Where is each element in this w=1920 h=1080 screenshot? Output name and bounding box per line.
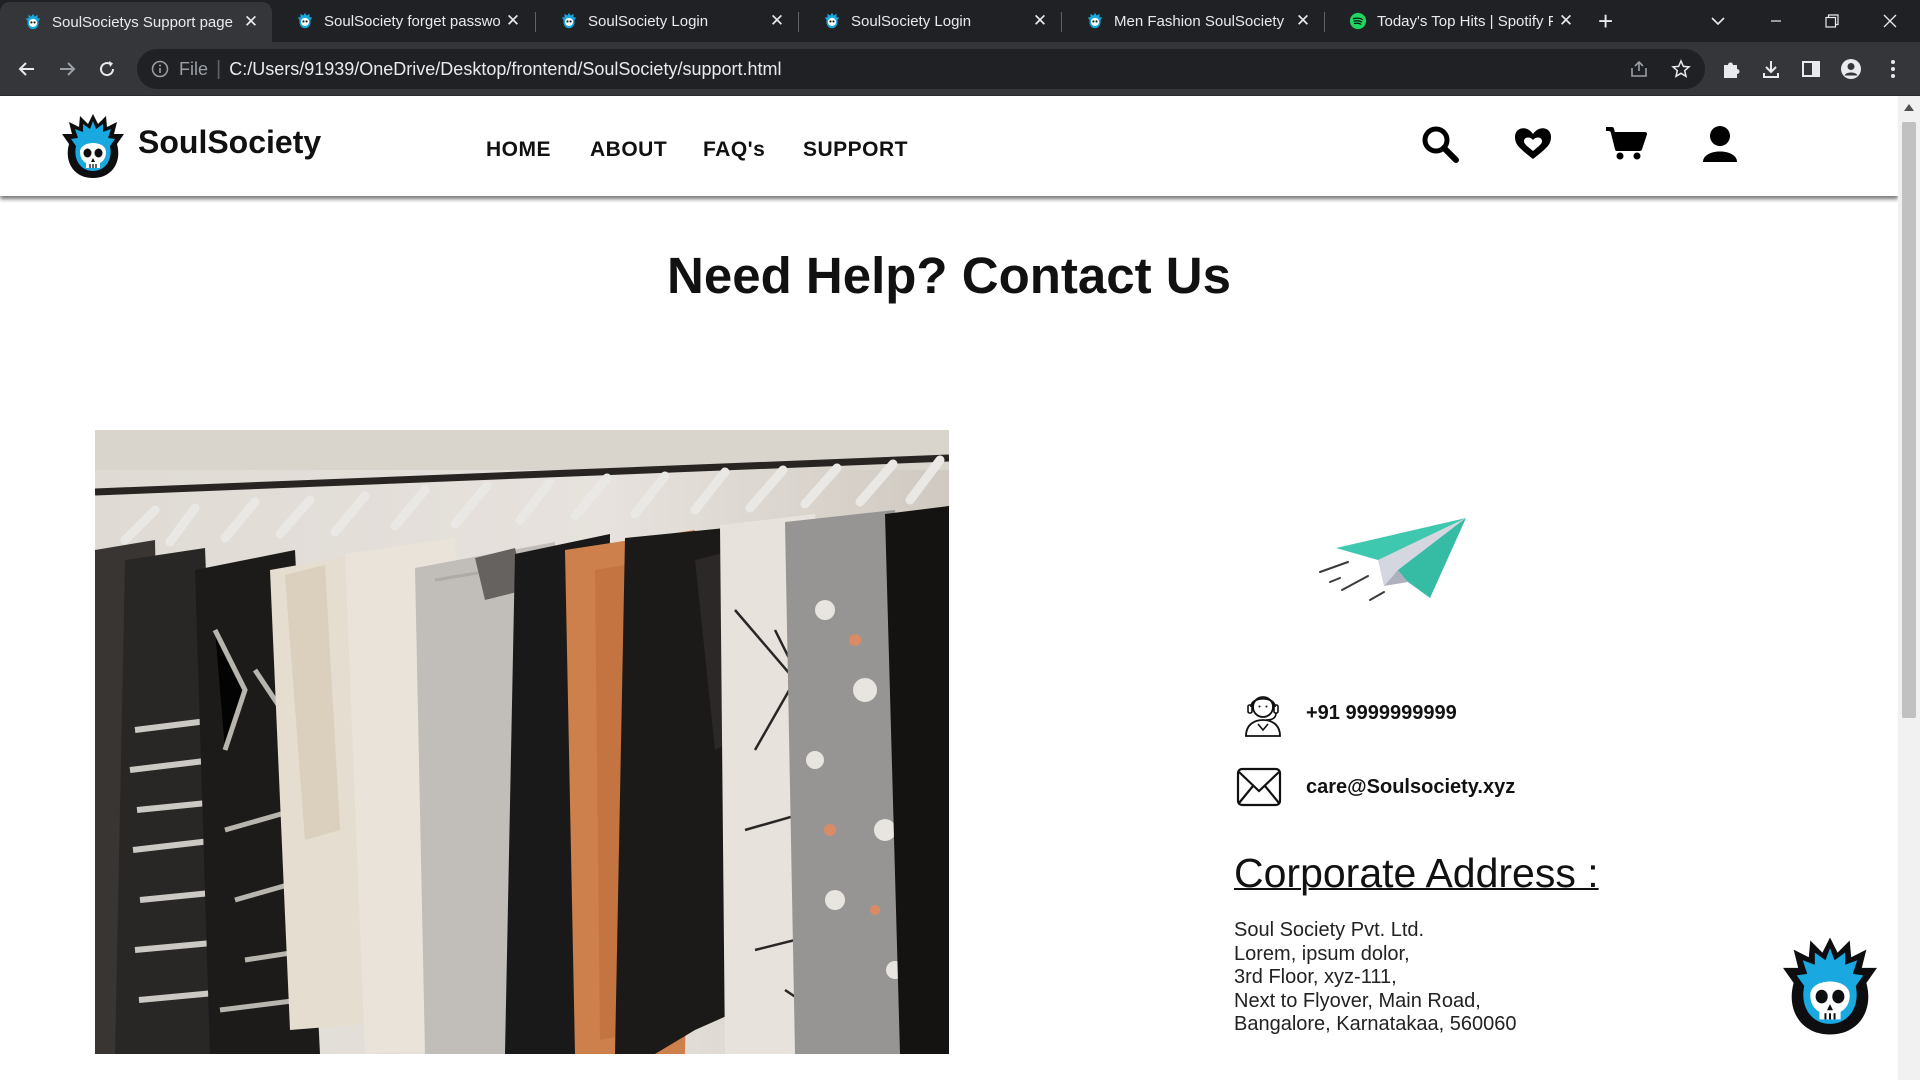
tab-login[interactable]: SoulSociety Login ✕ <box>536 0 798 42</box>
address-line: Lorem, ipsum dolor, <box>1234 942 1410 965</box>
phone-contact: +91 9999999999 <box>1238 688 1457 738</box>
brand-name[interactable]: SoulSociety <box>138 124 321 161</box>
reload-icon <box>100 61 115 77</box>
nav-about-link[interactable]: ABOUT <box>590 138 667 162</box>
restore-icon <box>1825 14 1839 28</box>
corporate-address: Soul Society Pvt. Ltd. Lorem, ipsum dolo… <box>1234 919 1516 1037</box>
scheme-label: File <box>179 58 209 79</box>
paper-plane-icon <box>1319 518 1466 601</box>
minimize-icon <box>1771 20 1781 22</box>
user-icon <box>1703 126 1737 162</box>
side-panel-icon <box>1802 61 1820 77</box>
url-text[interactable]: C:/Users/91939/OneDrive/Desktop/frontend… <box>229 59 781 80</box>
nav-faqs-link[interactable]: FAQ's <box>703 138 765 162</box>
email-address[interactable]: care@Soulsociety.xyz <box>1306 776 1515 799</box>
soulsociety-favicon-icon <box>25 13 41 30</box>
puzzle-icon <box>1724 62 1740 78</box>
tab-men-fashion[interactable]: Men Fashion SoulSociety ✕ <box>1062 0 1324 42</box>
close-tab-icon[interactable]: ✕ <box>238 12 264 32</box>
soulsociety-favicon-icon <box>824 12 840 29</box>
envelope-icon <box>1236 767 1282 807</box>
reload-button[interactable] <box>92 54 122 84</box>
soulsociety-favicon-icon <box>561 12 577 29</box>
extensions-button[interactable] <box>1718 56 1744 82</box>
floating-soulsociety-logo-button[interactable] <box>1780 934 1880 1038</box>
chevron-down-icon <box>1711 17 1725 26</box>
restore-window-button[interactable] <box>1804 0 1860 42</box>
address-bar[interactable]: File | C:/Users/91939/OneDrive/Desktop/f… <box>137 49 1705 89</box>
arrow-left-icon <box>18 62 34 76</box>
tab-forget-password[interactable]: SoulSociety forget password ✕ <box>272 0 534 42</box>
minimize-window-button[interactable] <box>1748 0 1804 42</box>
close-tab-icon[interactable]: ✕ <box>1290 11 1316 31</box>
browser-toolbar: File | C:/Users/91939/OneDrive/Desktop/f… <box>0 42 1920 96</box>
email-contact: care@Soulsociety.xyz <box>1234 762 1515 812</box>
soulsociety-favicon-icon <box>1087 12 1103 29</box>
profile-button[interactable] <box>1838 56 1864 82</box>
nav-home-link[interactable]: HOME <box>486 138 551 162</box>
search-button[interactable] <box>1418 122 1462 166</box>
close-icon <box>1883 14 1897 28</box>
customer-support-agent-icon <box>1245 696 1281 737</box>
page-scrollbar[interactable] <box>1898 96 1920 1080</box>
tab-search-button[interactable] <box>1690 0 1746 42</box>
close-tab-icon[interactable]: ✕ <box>500 11 526 31</box>
close-window-button[interactable] <box>1862 0 1918 42</box>
address-divider: | <box>216 57 222 80</box>
downloads-button[interactable] <box>1758 56 1784 82</box>
bookmark-star-icon[interactable] <box>1671 59 1691 79</box>
cart-button[interactable] <box>1604 122 1648 166</box>
tab-support-page[interactable]: SoulSocietys Support page ✕ <box>0 2 272 42</box>
tab-login[interactable]: SoulSociety Login ✕ <box>799 0 1061 42</box>
account-button[interactable] <box>1698 122 1742 166</box>
scrollbar-thumb[interactable] <box>1902 122 1916 718</box>
tab-title: SoulSocietys Support page <box>52 13 233 31</box>
web-page: SoulSociety HOME ABOUT FAQ's SUPPORT Nee… <box>0 96 1898 1080</box>
back-button[interactable] <box>12 54 42 84</box>
forward-button[interactable] <box>52 54 82 84</box>
share-icon[interactable] <box>1629 59 1649 79</box>
close-tab-icon[interactable]: ✕ <box>1553 11 1579 31</box>
close-tab-icon[interactable]: ✕ <box>1027 11 1053 31</box>
tab-title: SoulSociety Login <box>851 12 972 30</box>
page-title: Need Help? Contact Us <box>667 247 1231 304</box>
spotify-favicon-icon <box>1349 12 1367 30</box>
address-line: Next to Flyover, Main Road, <box>1234 989 1481 1012</box>
tab-title: Men Fashion SoulSociety <box>1114 12 1285 30</box>
download-icon <box>1763 61 1779 78</box>
clothing-rack-photo <box>95 430 949 1054</box>
tab-title: SoulSociety forget password <box>324 12 500 30</box>
arrow-right-icon <box>60 62 76 76</box>
phone-number[interactable]: +91 9999999999 <box>1306 702 1457 725</box>
scroll-up-arrow-icon[interactable] <box>1904 104 1914 111</box>
nav-support-link[interactable]: SUPPORT <box>803 138 908 162</box>
tab-title: Today's Top Hits | Spotify Playlist <box>1377 12 1553 30</box>
info-icon[interactable] <box>151 60 169 78</box>
tab-title: SoulSociety Login <box>588 12 709 30</box>
cart-icon <box>1606 127 1647 160</box>
browser-tab-strip: SoulSocietys Support page ✕ SoulSociety … <box>0 0 1920 42</box>
address-line: Bangalore, Karnatakaa, 560060 <box>1234 1013 1517 1035</box>
tab-spotify[interactable]: Today's Top Hits | Spotify Playlist ✕ <box>1325 0 1587 42</box>
soulsociety-favicon-icon <box>297 12 313 29</box>
search-icon <box>1422 126 1459 163</box>
address-line: 3rd Floor, xyz-111, <box>1234 966 1397 988</box>
kebab-menu-icon <box>1891 60 1895 78</box>
site-header: SoulSociety HOME ABOUT FAQ's SUPPORT <box>0 96 1898 196</box>
new-tab-button[interactable]: + <box>1598 6 1613 37</box>
side-panel-button[interactable] <box>1798 56 1824 82</box>
address-line: Soul Society Pvt. Ltd. <box>1234 919 1425 941</box>
wishlist-button[interactable] <box>1511 122 1555 166</box>
corporate-address-heading: Corporate Address : <box>1234 850 1599 896</box>
close-tab-icon[interactable]: ✕ <box>764 11 790 31</box>
browser-menu-button[interactable] <box>1880 56 1906 82</box>
profile-icon <box>1841 59 1861 79</box>
heart-icon <box>1515 128 1551 159</box>
soulsociety-logo-icon[interactable] <box>60 112 126 180</box>
